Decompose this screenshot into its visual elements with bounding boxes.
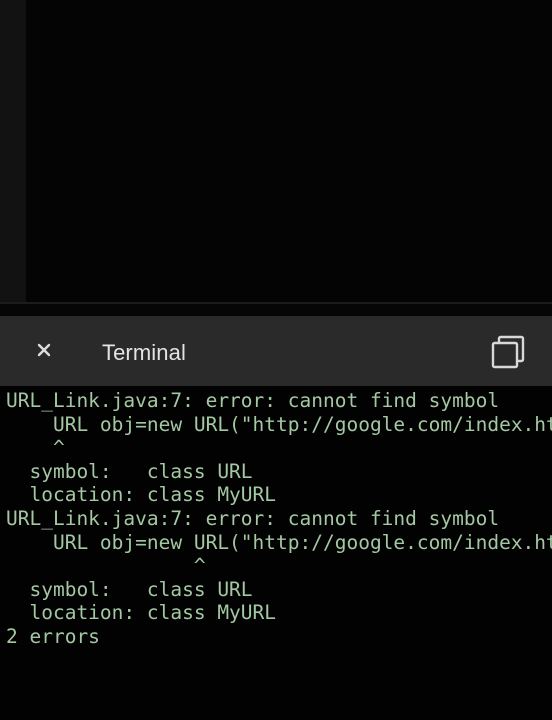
terminal-line: location: class MyURL bbox=[6, 601, 277, 624]
terminal-line: symbol: class URL bbox=[6, 578, 253, 601]
terminal-line: location: class MyURL bbox=[6, 483, 277, 506]
panel-gap bbox=[0, 304, 552, 316]
copy-icon[interactable] bbox=[490, 334, 528, 372]
close-icon[interactable] bbox=[30, 336, 58, 364]
terminal-output[interactable]: URL_Link.java:7: error: cannot find symb… bbox=[0, 386, 552, 720]
terminal-line: URL_Link.java:7: error: cannot find symb… bbox=[6, 389, 500, 412]
terminal-title: Terminal bbox=[102, 340, 186, 365]
terminal-header: Terminal bbox=[0, 316, 552, 386]
terminal-line: URL obj=new URL("http://google.com/index… bbox=[6, 413, 552, 436]
editor-gutter bbox=[0, 0, 26, 302]
terminal-line: URL_Link.java:7: error: cannot find symb… bbox=[6, 507, 500, 530]
terminal-line: 2 errors bbox=[6, 625, 100, 648]
editor-area[interactable] bbox=[0, 0, 552, 302]
terminal-line: ^ bbox=[6, 436, 65, 459]
terminal-line: ^ bbox=[6, 554, 206, 577]
terminal-line: symbol: class URL bbox=[6, 460, 253, 483]
terminal-line: URL obj=new URL("http://google.com/index… bbox=[6, 531, 552, 554]
